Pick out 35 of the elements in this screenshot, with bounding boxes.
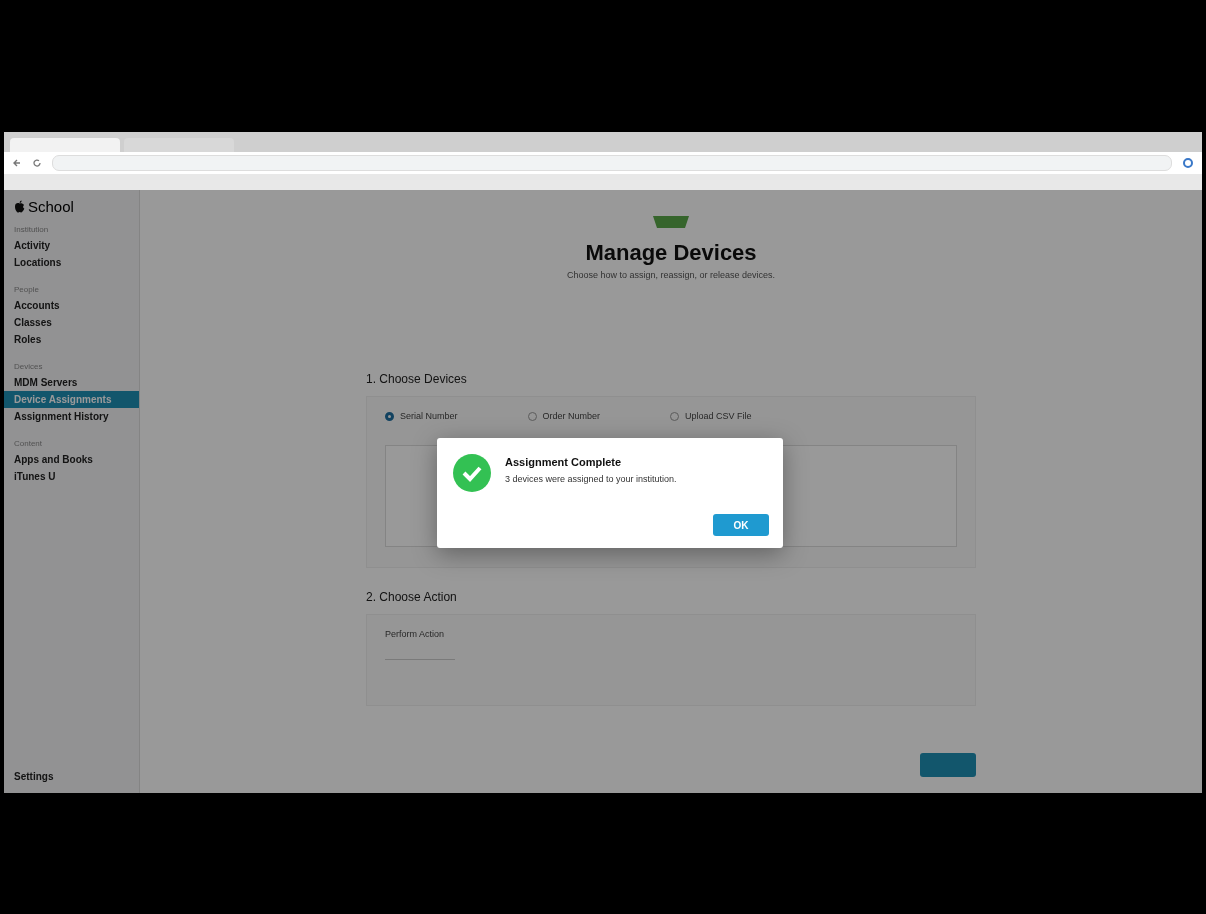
checkmark-icon (453, 454, 491, 492)
sidebar-item[interactable]: Assignment History (14, 408, 139, 425)
sidebar-item[interactable]: Roles (14, 331, 139, 348)
dialog-title: Assignment Complete (505, 456, 623, 468)
radio-option[interactable]: Order Number (527, 411, 601, 421)
settings-link[interactable]: Settings (14, 768, 139, 785)
extension-icon[interactable] (1182, 157, 1194, 169)
option-label: Order Number (542, 411, 601, 421)
option-label: Serial Number (400, 411, 458, 421)
page-title: Manage Devices (585, 240, 757, 266)
option-label: Upload CSV File (685, 411, 752, 421)
radio-icon[interactable] (385, 411, 394, 421)
sidebar-item[interactable]: Activity (14, 237, 139, 254)
dialog-message: 3 devices were assigned to your institution. (505, 474, 677, 484)
apple-logo-icon (14, 200, 25, 213)
sidebar-item[interactable]: Locations (14, 254, 139, 271)
sidebar-item[interactable]: iTunes U (14, 468, 139, 485)
browser-tab[interactable] (124, 138, 234, 152)
back-arrow-icon[interactable] (12, 158, 22, 168)
ok-button[interactable]: OK (713, 514, 769, 536)
sidebar-item[interactable]: Classes (14, 314, 139, 331)
continue-button[interactable] (920, 753, 976, 777)
sidebar-item[interactable]: Accounts (14, 297, 139, 314)
field-label: Perform Action (385, 629, 446, 639)
page-subtitle: Choose how to assign, reassign, or release devices. (566, 270, 776, 280)
browser-tab[interactable] (10, 138, 120, 152)
step-heading: 1. Choose Devices (366, 372, 468, 386)
address-bar[interactable] (52, 155, 1172, 171)
radio-option[interactable]: Serial Number (385, 411, 458, 421)
radio-option[interactable]: Upload CSV File (670, 411, 752, 421)
brand-name: School (28, 198, 74, 215)
sidebar-item[interactable]: MDM Servers (14, 374, 139, 391)
reload-icon[interactable] (32, 158, 42, 168)
sidebar-item[interactable]: Apps and Books (14, 451, 139, 468)
step-heading: 2. Choose Action (366, 590, 458, 604)
